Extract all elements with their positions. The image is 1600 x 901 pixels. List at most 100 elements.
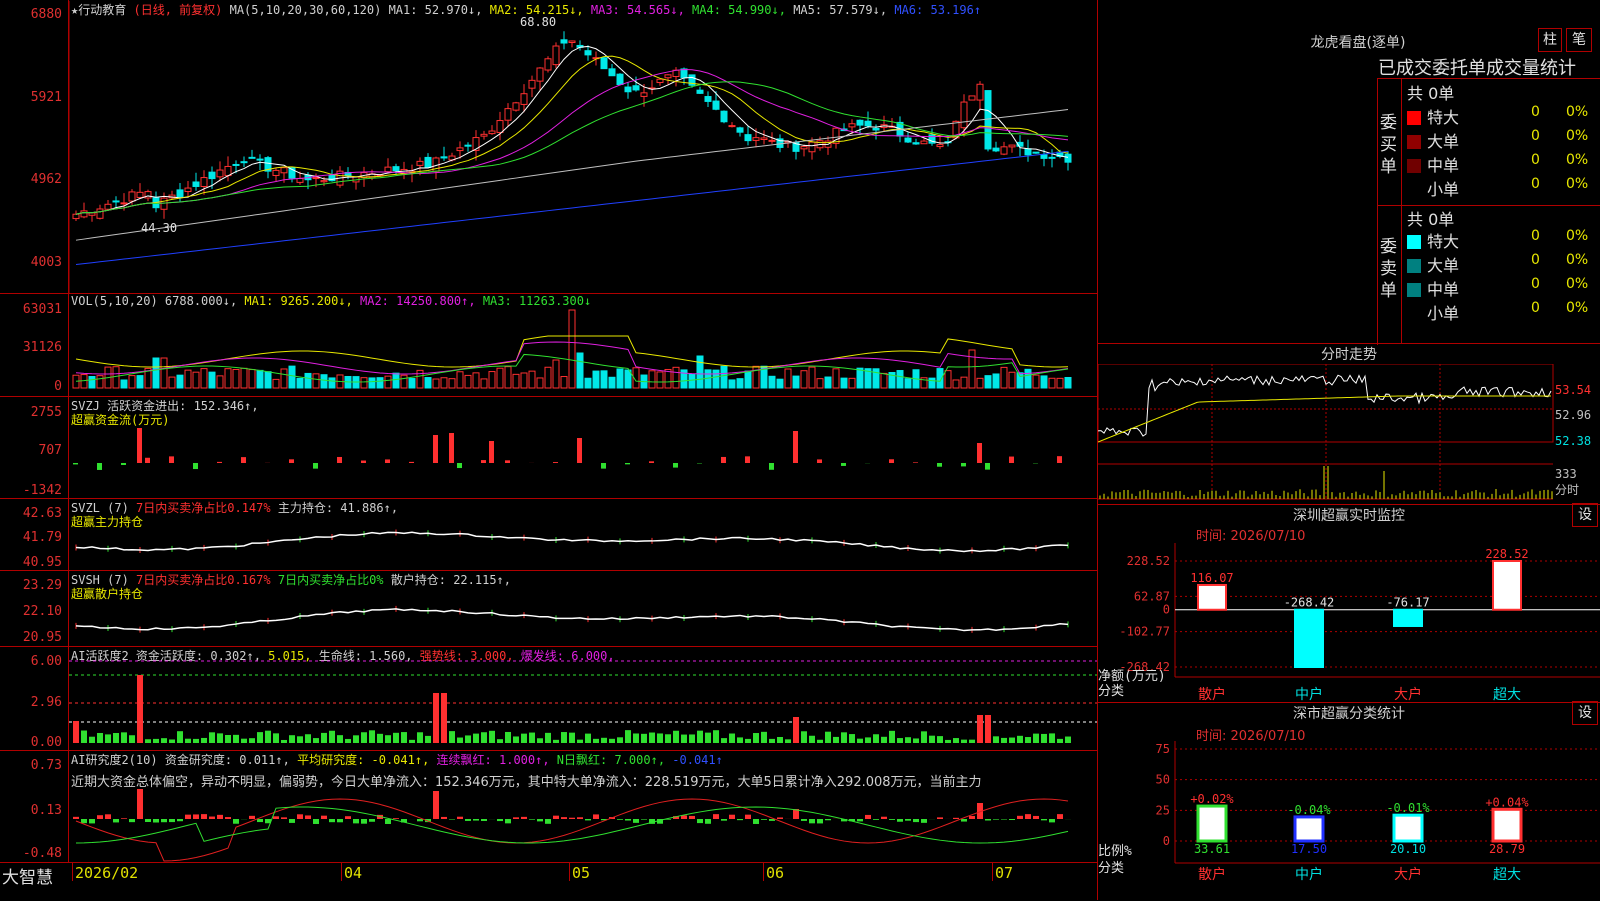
sell-pct: 0% [1566, 300, 1588, 316]
active-bar [1049, 733, 1055, 743]
svzj-bar [385, 459, 390, 463]
volume-bar [385, 376, 391, 388]
volume-bar [745, 371, 751, 388]
svsh-y-label: 20.95 [2, 630, 62, 645]
research-bar [321, 816, 327, 819]
volume-pane[interactable]: VOL(5,10,20) 6788.000↓, MA1: 9265.200↓, … [0, 294, 1098, 397]
cls-category: 超大 [1493, 867, 1521, 883]
sz-class-settings-button[interactable]: 设 [1572, 701, 1598, 725]
kline-pane[interactable]: ★行动教育 (日线, 前复权) MA(5,10,20,30,60,120) MA… [0, 0, 1098, 294]
svzj-bar [553, 462, 558, 463]
svzl-chart[interactable] [69, 499, 1098, 571]
longhu-title: 龙虎看盘(逐单) [1258, 32, 1458, 52]
candle-body [737, 128, 743, 132]
svzj-pane[interactable]: SVZJ 活跃资金进出: 152.346↑, 超赢资金流(万元) 2755707… [0, 397, 1098, 499]
candle-body [329, 175, 335, 180]
active-bar [441, 693, 447, 743]
svzj-bar [313, 463, 318, 469]
active-bar [289, 735, 295, 743]
volume-bar [769, 376, 775, 388]
volume-chart[interactable] [69, 294, 1098, 397]
active-bar [793, 717, 799, 743]
candle-body [89, 213, 95, 215]
research-bar [569, 818, 575, 819]
active-bar [577, 740, 583, 743]
intraday-panel[interactable]: 分时走势 53.5452.9652.38333分时 [1098, 344, 1600, 505]
svsh-pane[interactable]: SVSH (7) 7日内买卖净占比0.167% 7日内买卖净占比0% 散户持仓:… [0, 571, 1098, 647]
active-bar [561, 732, 567, 743]
date-tick-mark [763, 863, 764, 881]
active-bar [889, 731, 895, 743]
candle-body [849, 124, 855, 127]
sell-swatch [1407, 307, 1421, 321]
active-bar [769, 739, 775, 743]
volume-bar [249, 370, 255, 388]
date-tick-mark [341, 863, 342, 881]
svzj-bar [289, 459, 294, 463]
research-bar [921, 819, 927, 823]
ai-research-chart[interactable] [69, 751, 1098, 862]
kline-chart[interactable]: 68.8044.30 [69, 0, 1098, 294]
high-marker-label: 68.80 [520, 15, 556, 29]
volume-bar [393, 373, 399, 388]
volume-bar [257, 370, 263, 388]
candle-body [281, 168, 287, 173]
buy-pct: 0% [1566, 176, 1588, 192]
active-bar [873, 734, 879, 743]
active-bar [201, 738, 207, 743]
active-bar [489, 731, 495, 743]
svzl-y-label: 42.63 [2, 506, 62, 521]
candle-body [489, 131, 495, 134]
svzj-chart[interactable] [69, 397, 1098, 499]
svsh-y-label: 23.29 [2, 578, 62, 593]
research-bar [713, 814, 719, 819]
sz-monitor-settings-button[interactable]: 设 [1572, 503, 1598, 527]
active-bar [225, 735, 231, 743]
svsh-chart[interactable] [69, 571, 1098, 647]
svzl-pane[interactable]: SVZL (7) 7日内买卖净占比0.147% 主力持仓: 41.886↑, 超… [0, 499, 1098, 571]
active-bar [153, 739, 159, 743]
date-tick: 2026/02 [75, 864, 138, 882]
active-bar [529, 733, 535, 743]
buy-swatch [1407, 159, 1421, 173]
svzj-bar [449, 433, 454, 463]
volume-bar [497, 368, 503, 388]
svzj-bar [433, 435, 438, 463]
mon-y-label: 228.52 [1127, 554, 1170, 568]
active-bar [833, 737, 839, 743]
active-bar [329, 731, 335, 743]
sell-label: 大单 [1427, 256, 1459, 275]
volume-bar [529, 371, 535, 388]
research-bar [553, 816, 559, 819]
volume-bar [537, 378, 543, 388]
active-bar [313, 738, 319, 743]
ai-active-pane[interactable]: AI活跃度2 资金活跃度: 0.302↑, 5.015, 生命线: 1.560,… [0, 647, 1098, 751]
research-bar [617, 819, 623, 820]
candle-body [585, 51, 591, 55]
ai-active-chart[interactable] [69, 647, 1098, 751]
volume-bar [449, 379, 455, 388]
bar-view-button[interactable]: 柱 [1538, 28, 1562, 52]
cls-value: 33.61 [1194, 842, 1230, 856]
candle-body [601, 58, 607, 69]
svzj-bar [745, 456, 750, 463]
active-bar [657, 733, 663, 743]
volume-bar [1017, 373, 1023, 388]
sell-swatch [1407, 283, 1421, 297]
ai-research-pane[interactable]: AI研究度2(10) 资金研究度: 0.011↑, 平均研究度: -0.041↑… [0, 751, 1098, 862]
research-bar [633, 819, 639, 823]
volume-bar [73, 375, 79, 388]
research-bar [337, 819, 343, 822]
active-bar [673, 731, 679, 743]
stroke-view-button[interactable]: 笔 [1566, 28, 1592, 52]
research-bar [913, 819, 919, 822]
volume-bar [617, 369, 623, 388]
cls-delta: +0.02% [1190, 792, 1234, 806]
svzl-y-label: 40.95 [2, 555, 62, 570]
cls-category: 中户 [1295, 866, 1323, 883]
svzj-y-label: 2755 [2, 405, 62, 420]
research-bar [369, 819, 375, 822]
intraday-axis-label: 52.96 [1555, 408, 1591, 422]
intraday-chart[interactable]: 53.5452.9652.38333分时 [1098, 364, 1600, 504]
buy-pct: 0% [1566, 128, 1588, 144]
